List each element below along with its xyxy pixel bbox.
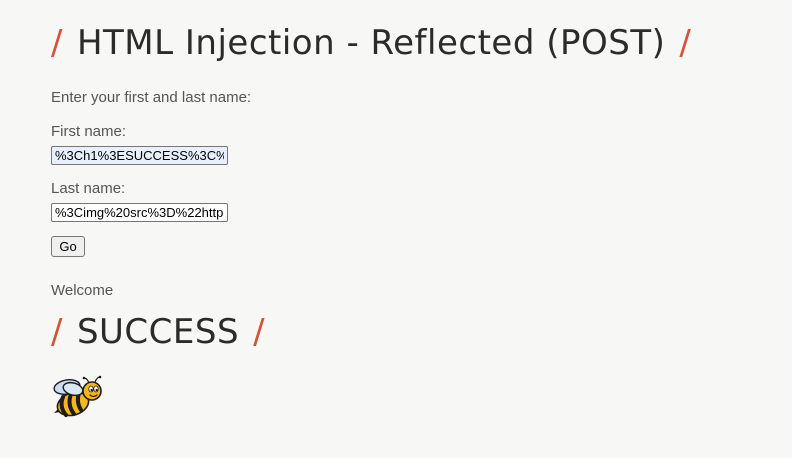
injected-heading-text: SUCCESS — [76, 312, 240, 352]
go-button[interactable]: Go — [51, 236, 85, 257]
injected-heading: / SUCCESS / — [51, 310, 265, 354]
title-slash-leading: / — [51, 23, 63, 63]
form-intro: Enter your first and last name: — [51, 89, 252, 106]
welcome-text: Welcome — [51, 282, 114, 299]
first-name-label: First name: — [51, 123, 127, 140]
last-name-label: Last name: — [51, 180, 126, 197]
title-slash-trailing: / — [679, 23, 692, 63]
heading-slash-trailing: / — [253, 312, 266, 352]
heading-slash-leading: / — [51, 312, 63, 352]
page-title: / HTML Injection - Reflected (POST) / — [51, 20, 691, 66]
last-name-input[interactable] — [51, 203, 228, 222]
first-name-input[interactable] — [51, 146, 228, 165]
title-text: HTML Injection - Reflected (POST) — [76, 23, 666, 63]
bee-icon — [53, 375, 102, 417]
